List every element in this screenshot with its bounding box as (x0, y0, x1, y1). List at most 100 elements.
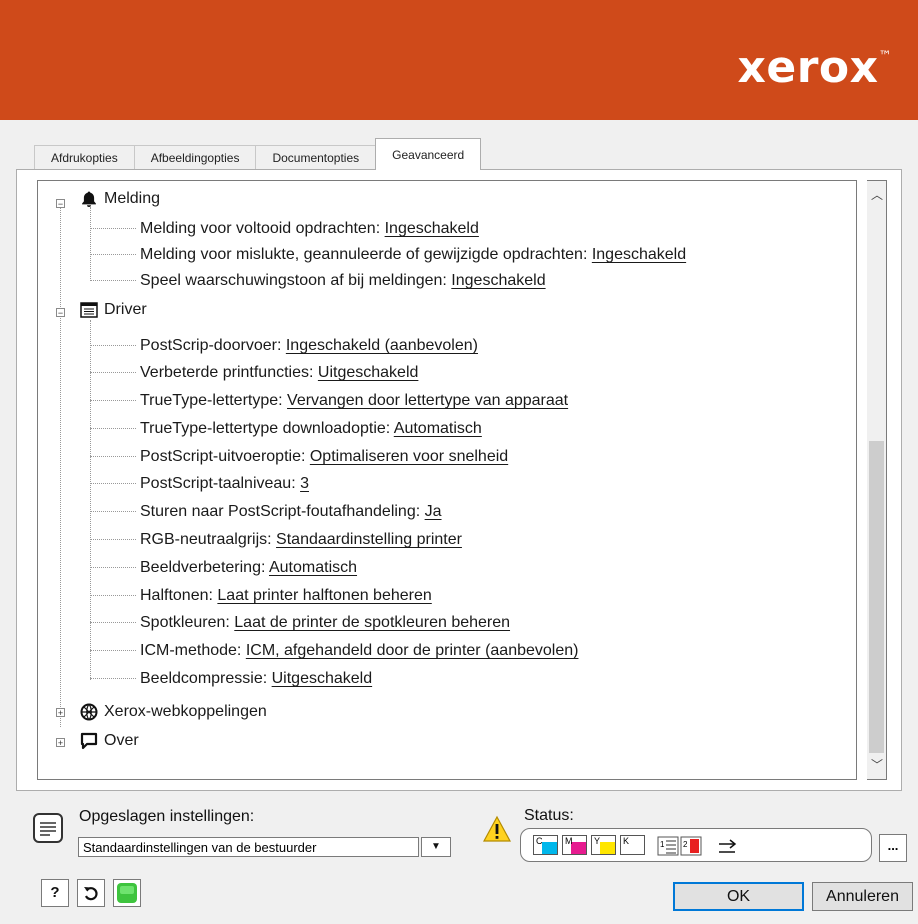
setting-value[interactable]: Laat printer halftonen beheren (217, 587, 431, 604)
tree-scrollbar[interactable]: ︿ ﹀ (867, 180, 887, 780)
setting-value[interactable]: Ingeschakeld (451, 272, 545, 289)
saved-settings-label: Opgeslagen instellingen: (79, 808, 255, 825)
cartridge-magenta: M (562, 835, 587, 855)
reset-icon (84, 887, 98, 901)
setting-value[interactable]: Optimaliseren voor snelheid (310, 448, 508, 465)
tree-line (90, 207, 91, 279)
cancel-button[interactable]: Annuleren (812, 882, 913, 911)
setting-value[interactable]: Ingeschakeld (592, 246, 686, 263)
reset-button[interactable] (77, 879, 105, 907)
settings-tree: − Melding Melding voor voltooid opdracht… (37, 180, 857, 780)
tree-line (90, 254, 136, 255)
cartridge-cyan: C (533, 835, 558, 855)
advanced-panel: − Melding Melding voor voltooid opdracht… (16, 169, 902, 791)
scroll-up-icon[interactable]: ︿ (867, 185, 887, 205)
tree-line (90, 483, 136, 484)
status-label: Status: (524, 807, 574, 824)
tree-line (90, 456, 136, 457)
setting-value[interactable]: ICM, afgehandeld door de printer (aanbev… (246, 642, 579, 659)
tree-line (90, 567, 136, 568)
tree-line (90, 539, 136, 540)
tab-bar: Afdrukopties Afbeeldingopties Documentop… (34, 138, 482, 170)
setting-postscrip-doorvoer[interactable]: PostScrip-doorvoer: Ingeschakeld (aanbev… (140, 336, 478, 356)
driver-icon (80, 302, 98, 318)
tree-line (90, 678, 136, 679)
tree-line (90, 280, 136, 281)
tree-line (90, 345, 136, 346)
scrollbar-thumb[interactable] (869, 441, 884, 753)
tree-line (90, 372, 136, 373)
tree-node-melding[interactable]: Melding (80, 189, 160, 209)
speech-bubble-icon (80, 732, 98, 750)
svg-text:2: 2 (683, 840, 688, 849)
chevron-down-icon[interactable]: ▼ (421, 837, 451, 857)
setting-spotkleuren[interactable]: Spotkleuren: Laat de printer de spotkleu… (140, 613, 510, 633)
tree-line (60, 205, 61, 727)
setting-waarschuwingstoon[interactable]: Speel waarschuwingstoon af bij meldingen… (140, 271, 546, 291)
paper-tray-icon: 12 (657, 836, 702, 856)
setting-value[interactable]: Vervangen door lettertype van apparaat (287, 392, 568, 409)
saved-settings-select[interactable]: Standaardinstellingen van de bestuurder (78, 837, 419, 857)
setting-value[interactable]: 3 (300, 475, 309, 492)
setting-value[interactable]: Uitgeschakeld (318, 364, 419, 381)
scroll-down-icon[interactable]: ﹀ (867, 755, 887, 775)
tab-geavanceerd[interactable]: Geavanceerd (375, 138, 482, 170)
setting-value[interactable]: Ingeschakeld (aanbevolen) (286, 337, 478, 354)
tree-line (90, 595, 136, 596)
setting-value[interactable]: Automatisch (269, 559, 357, 576)
tree-line (90, 428, 136, 429)
tab-afdrukopties[interactable]: Afdrukopties (34, 145, 135, 170)
bell-icon (82, 191, 96, 207)
globe-icon (80, 703, 98, 721)
setting-melding-voltooid[interactable]: Melding voor voltooid opdrachten: Ingesc… (140, 219, 479, 239)
saved-settings-icon (33, 813, 63, 843)
expand-toggle-weblinks[interactable]: + (56, 708, 65, 718)
status-more-button[interactable]: ... (879, 834, 907, 862)
ok-button[interactable]: OK (673, 882, 804, 911)
setting-rgb-neutraalgrijs[interactable]: RGB-neutraalgrijs: Standaardinstelling p… (140, 530, 462, 550)
eco-button[interactable] (113, 879, 141, 907)
tree-line (90, 228, 136, 229)
tree-node-weblinks[interactable]: Xerox-webkoppelingen (80, 702, 267, 722)
setting-value[interactable]: Standaardinstelling printer (276, 531, 462, 548)
output-tray-icon (719, 839, 737, 853)
expand-toggle-over[interactable]: + (56, 738, 65, 748)
setting-beeldverbetering[interactable]: Beeldverbetering: Automatisch (140, 558, 357, 578)
setting-icm-methode[interactable]: ICM-methode: ICM, afgehandeld door de pr… (140, 641, 578, 661)
dialog-footer: Opgeslagen instellingen: Standaardinstel… (0, 796, 918, 924)
tree-line (90, 400, 136, 401)
tree-node-over[interactable]: Over (80, 731, 139, 751)
tab-afbeeldingopties[interactable]: Afbeeldingopties (133, 145, 257, 170)
cartridge-black: K (620, 835, 645, 855)
setting-halftonen[interactable]: Halftonen: Laat printer halftonen behere… (140, 586, 432, 606)
eco-leaf-icon (117, 883, 137, 903)
tab-documentopties[interactable]: Documentopties (255, 145, 377, 170)
xerox-logo: xerox™ (737, 42, 892, 93)
warning-icon (482, 815, 512, 848)
setting-foutafhandeling[interactable]: Sturen naar PostScript-foutafhandeling: … (140, 502, 442, 522)
svg-text:1: 1 (660, 840, 665, 849)
setting-value[interactable]: Uitgeschakeld (272, 670, 373, 687)
setting-value[interactable]: Automatisch (394, 420, 482, 437)
tree-line (90, 511, 136, 512)
setting-value[interactable]: Laat de printer de spotkleuren beheren (234, 614, 510, 631)
cartridge-yellow: Y (591, 835, 616, 855)
tree-line (90, 320, 91, 680)
tree-node-driver[interactable]: Driver (80, 300, 147, 320)
setting-truetype-download[interactable]: TrueType-lettertype downloadoptie: Autom… (140, 419, 482, 439)
setting-postscript-uitvoer[interactable]: PostScript-uitvoeroptie: Optimaliseren v… (140, 447, 508, 467)
setting-postscript-taalniveau[interactable]: PostScript-taalniveau: 3 (140, 474, 309, 494)
setting-truetype[interactable]: TrueType-lettertype: Vervangen door lett… (140, 391, 568, 411)
help-button[interactable]: ? (41, 879, 69, 907)
setting-melding-mislukt[interactable]: Melding voor mislukte, geannuleerde of g… (140, 245, 686, 265)
setting-value[interactable]: Ingeschakeld (385, 220, 479, 237)
collapse-toggle-driver[interactable]: − (56, 308, 65, 318)
tree-line (90, 622, 136, 623)
setting-value[interactable]: Ja (425, 503, 442, 520)
collapse-toggle-melding[interactable]: − (56, 199, 65, 209)
setting-beeldcompressie[interactable]: Beeldcompressie: Uitgeschakeld (140, 669, 372, 689)
header-banner: xerox™ (0, 0, 918, 120)
status-box[interactable]: C M Y K 12 (520, 828, 872, 862)
setting-printfuncties[interactable]: Verbeterde printfuncties: Uitgeschakeld (140, 363, 418, 383)
tree-line (90, 650, 136, 651)
